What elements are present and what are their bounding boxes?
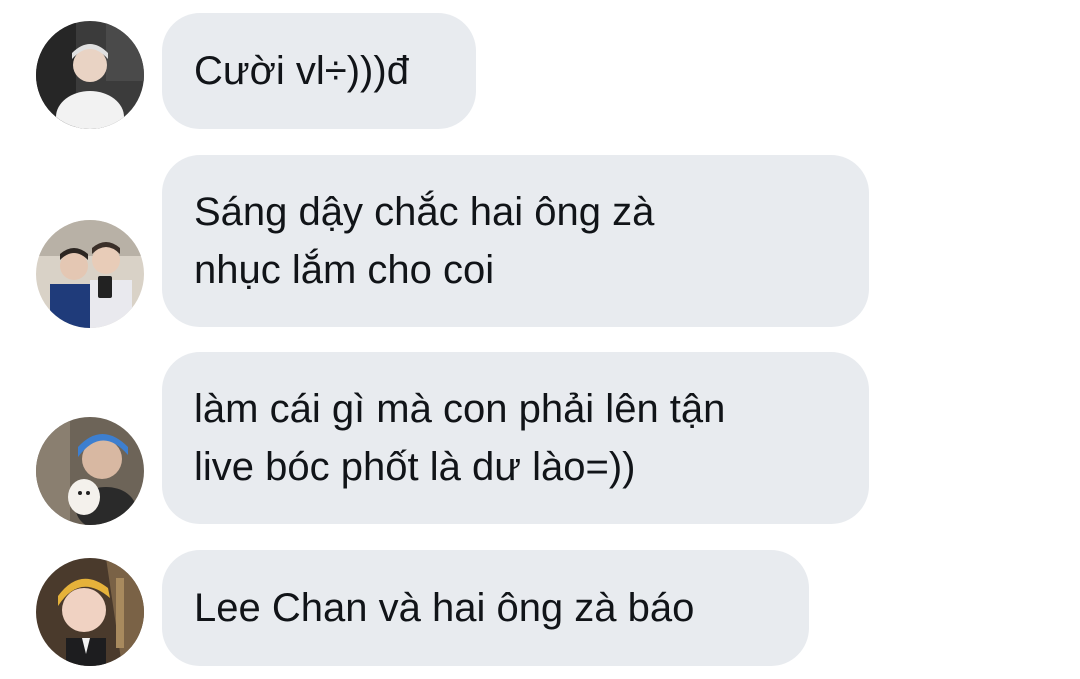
- message-bubble[interactable]: Lee Chan và hai ông zà báo: [162, 550, 809, 666]
- avatar[interactable]: [36, 21, 144, 129]
- avatar-photo-white-hoodie-icon: [36, 21, 144, 129]
- avatar-photo-mirror-selfie-icon: [36, 220, 144, 328]
- avatar-photo-blue-hair-dog-icon: [36, 417, 144, 525]
- message-bubble[interactable]: Sáng dậy chắc hai ông zà nhục lắm cho co…: [162, 155, 869, 327]
- message-text: Sáng dậy chắc hai ông zà nhục lắm cho co…: [194, 190, 655, 292]
- avatar[interactable]: [36, 417, 144, 525]
- avatar[interactable]: [36, 558, 144, 666]
- avatar-photo-blonde-hair-icon: [36, 558, 144, 666]
- message-text: làm cái gì mà con phải lên tận live bóc …: [194, 387, 726, 489]
- message-text: Cười vl÷)))đ: [194, 49, 409, 93]
- message-bubble[interactable]: làm cái gì mà con phải lên tận live bóc …: [162, 352, 869, 524]
- message-text: Lee Chan và hai ông zà báo: [194, 586, 695, 630]
- message-bubble[interactable]: Cười vl÷)))đ: [162, 13, 476, 129]
- avatar[interactable]: [36, 220, 144, 328]
